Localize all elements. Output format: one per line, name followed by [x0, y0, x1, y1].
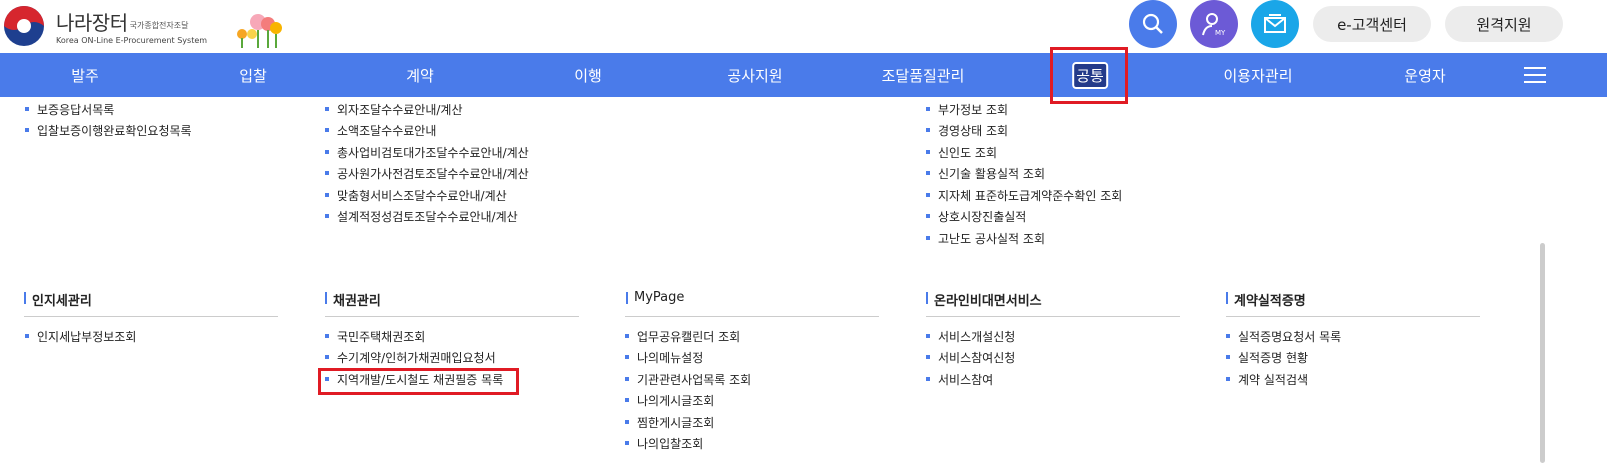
list-item[interactable]: 신기술 활용실적 조회: [926, 165, 1045, 182]
nav-label: 운영자: [1404, 66, 1446, 85]
highlight-box-item: [318, 368, 519, 395]
list-item[interactable]: 서비스참여: [925, 371, 993, 388]
list-item[interactable]: 인지세납부정보조회: [24, 328, 136, 345]
highlight-box-nav: [1050, 47, 1128, 104]
flowers-decoration-icon: [237, 14, 282, 48]
list-item[interactable]: 지자체 표준하도급계약준수확인 조회: [925, 187, 1122, 204]
divider: [325, 316, 579, 317]
list-item[interactable]: 국민주택채권조회: [324, 328, 425, 345]
list-item[interactable]: 실적증명 현황: [1225, 349, 1308, 366]
list-item[interactable]: 외자조달수수료안내/계산: [324, 101, 462, 118]
scrollbar-thumb[interactable]: [1540, 243, 1545, 463]
list-item[interactable]: 보증응답서목록: [24, 101, 114, 118]
nav-label: 입찰: [239, 66, 267, 85]
nav-item-bid[interactable]: 입찰: [239, 53, 267, 97]
list-item[interactable]: 계약 실적검색: [1225, 371, 1308, 388]
logo-text[interactable]: 나라장터 국가종합전자조달 Korea ON-Line E-Procurement…: [56, 7, 207, 45]
remote-support-button[interactable]: 원격지원: [1445, 6, 1563, 42]
mega-menu-content: 보증응답서목록 입찰보증이행완료확인요청목록 외자조달수수료안내/계산 소액조달…: [0, 97, 1607, 463]
mail-icon: [1264, 14, 1286, 33]
list-item[interactable]: 부가정보 조회: [925, 101, 1008, 118]
nav-item-construction-support[interactable]: 공사지원: [727, 53, 782, 97]
section-title-online-service: 온라인비대면서비스: [926, 290, 1042, 309]
list-item[interactable]: 나의입찰조회: [624, 435, 703, 452]
nav-label: 공사지원: [727, 66, 783, 85]
section-title-contract-certificate: 계약실적증명: [1226, 290, 1306, 309]
list-item[interactable]: 설계적정성검토조달수수료안내/계산: [325, 208, 518, 225]
list-item[interactable]: 서비스개설신청: [925, 328, 1015, 345]
list-item[interactable]: 소액조달수수료안내: [324, 122, 436, 139]
list-item[interactable]: 나의메뉴설정: [624, 349, 703, 366]
list-item[interactable]: 상호시장진출실적: [925, 208, 1026, 225]
logo-subtitle: 국가종합전자조달: [129, 21, 189, 30]
section-title-stamp-tax: 인지세관리: [24, 290, 92, 309]
section-title-mypage: MyPage: [625, 290, 685, 305]
main-nav: 발주 입찰 계약 이행 공사지원 조달품질관리 공통 이용자관리 운영자: [0, 53, 1607, 97]
list-item[interactable]: 실적증명요청서 목록: [1225, 328, 1341, 345]
nav-item-user-management[interactable]: 이용자관리: [1223, 53, 1292, 97]
divider: [24, 316, 278, 317]
nav-item-contract[interactable]: 계약: [406, 53, 434, 97]
list-item[interactable]: 기관관련사업목록 조회: [624, 371, 751, 388]
list-item[interactable]: 업무공유캘린더 조회: [624, 328, 740, 345]
list-item[interactable]: 찜한게시글조회: [624, 414, 714, 431]
mail-button[interactable]: [1251, 0, 1299, 48]
logo-main-title: 나라장터: [56, 11, 128, 35]
logo-english: Korea ON-Line E-Procurement System: [56, 36, 208, 45]
list-item[interactable]: 맞춤형서비스조달수수료안내/계산: [325, 187, 507, 204]
list-item[interactable]: 경영상태 조회: [925, 122, 1008, 139]
section-title-bond-management: 채권관리: [325, 290, 381, 309]
nav-label: 계약: [406, 66, 434, 85]
search-button[interactable]: [1129, 0, 1177, 48]
divider: [926, 316, 1180, 317]
user-my-icon: MY: [1202, 13, 1226, 37]
list-item[interactable]: 서비스참여신청: [925, 349, 1015, 366]
my-page-button[interactable]: MY: [1190, 0, 1238, 48]
nav-item-execution[interactable]: 이행: [574, 53, 602, 97]
header: 나라장터 국가종합전자조달 Korea ON-Line E-Procurement…: [0, 0, 1607, 53]
nav-label: 이용자관리: [1223, 66, 1293, 85]
list-item[interactable]: 공사원가사전검토조달수수료안내/계산: [325, 165, 529, 182]
my-label: MY: [1215, 29, 1226, 37]
nav-item-operator[interactable]: 운영자: [1404, 53, 1445, 97]
list-item[interactable]: 입찰보증이행완료확인요청목록: [25, 122, 192, 139]
government-logo-icon[interactable]: [2, 4, 46, 48]
hamburger-menu-icon[interactable]: [1524, 67, 1546, 83]
nav-item-quality[interactable]: 조달품질관리: [882, 53, 965, 97]
list-item[interactable]: 총사업비검토대가조달수수료안내/계산: [325, 144, 529, 161]
list-item[interactable]: 신인도 조회: [925, 144, 997, 161]
nav-label: 조달품질관리: [881, 66, 965, 85]
customer-center-button[interactable]: e-고객센터: [1313, 6, 1431, 42]
list-item[interactable]: 수기계약/인허가채권매입요청서: [325, 349, 496, 366]
nav-label: 발주: [71, 66, 99, 85]
nav-label: 이행: [574, 66, 602, 85]
list-item[interactable]: 고난도 공사실적 조회: [926, 230, 1045, 247]
divider: [625, 316, 879, 317]
search-icon: [1142, 13, 1163, 34]
divider: [1226, 316, 1480, 317]
nav-item-order[interactable]: 발주: [71, 53, 99, 97]
list-item[interactable]: 나의게시글조회: [624, 392, 714, 409]
